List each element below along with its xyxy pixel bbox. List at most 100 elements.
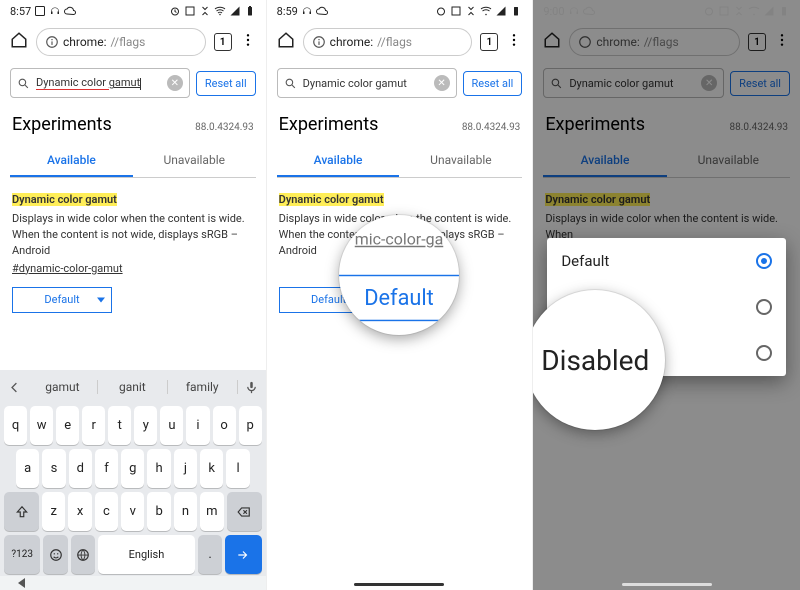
screen-3: 9:00 chrome: //flags 1 Dynamic color gamu… [533, 0, 800, 590]
key-shift[interactable] [4, 492, 39, 531]
tab-unavailable[interactable]: Unavailable [133, 143, 256, 177]
flag-value-dropdown[interactable]: Default [12, 287, 112, 313]
battery-icon [244, 5, 256, 17]
flag-search-row: Dynamic color gamut ✕ Reset all [0, 62, 266, 104]
key-enter[interactable] [225, 535, 261, 574]
radio-icon [756, 345, 772, 361]
key-globe[interactable] [71, 535, 95, 574]
key-w[interactable]: w [30, 406, 53, 445]
home-button[interactable] [543, 31, 561, 53]
magnifier-lens: mic-color-ga Default [339, 215, 459, 335]
url-suffix: //flags [110, 35, 145, 49]
suggestion-2[interactable]: ganit [98, 380, 168, 394]
browser-toolbar: chrome://flags 1 [0, 22, 266, 62]
key-y[interactable]: y [134, 406, 157, 445]
tab-unavailable[interactable]: Unavailable [667, 143, 790, 177]
soft-keyboard[interactable]: gamut ganit family q w e r t y u i o p a… [0, 370, 266, 590]
screen-1: 8:57 chrome://flags 1 Dynamic color gamu… [0, 0, 267, 590]
overflow-menu[interactable] [774, 32, 790, 52]
option-default[interactable]: Default [547, 238, 786, 284]
info-icon [312, 35, 326, 49]
page-title: Experiments [545, 114, 645, 135]
key-emoji[interactable] [43, 535, 67, 574]
lens-dropdown[interactable]: Default [339, 274, 459, 320]
tab-available[interactable]: Available [277, 143, 400, 177]
url-suffix: //flags [377, 35, 412, 49]
search-text: Dynamic color gamut [569, 77, 673, 90]
page-title: Experiments [279, 114, 379, 135]
key-n[interactable]: n [174, 492, 197, 531]
key-a[interactable]: a [16, 449, 39, 488]
key-j[interactable]: j [174, 449, 197, 488]
flag-search-input[interactable]: Dynamic color gamut ✕ [277, 68, 457, 98]
key-period[interactable]: . [198, 535, 222, 574]
status-bar: 9:00 [533, 0, 800, 22]
flag-anchor[interactable]: #dynamic-color-gamut [12, 261, 123, 277]
key-numbers[interactable]: ?123 [4, 535, 40, 574]
overflow-menu[interactable] [240, 32, 256, 52]
key-space[interactable]: English [98, 535, 195, 574]
tab-available[interactable]: Available [10, 143, 133, 177]
chevron-left-icon[interactable] [0, 380, 28, 395]
key-backspace[interactable] [227, 492, 262, 531]
key-h[interactable]: h [147, 449, 170, 488]
key-b[interactable]: b [147, 492, 170, 531]
reset-all-button[interactable]: Reset all [730, 71, 790, 96]
search-text: Dynamic color gamut [36, 76, 141, 89]
tab-switcher[interactable]: 1 [214, 33, 232, 51]
url-prefix: chrome: [596, 35, 639, 49]
key-k[interactable]: k [200, 449, 223, 488]
overflow-menu[interactable] [506, 32, 522, 52]
key-l[interactable]: l [226, 449, 249, 488]
tab-switcher[interactable]: 1 [748, 33, 766, 51]
key-c[interactable]: c [95, 492, 118, 531]
clear-search-icon[interactable]: ✕ [701, 75, 717, 91]
reset-all-button[interactable]: Reset all [196, 71, 256, 96]
key-u[interactable]: u [160, 406, 183, 445]
key-t[interactable]: t [108, 406, 131, 445]
tab-available[interactable]: Available [543, 143, 666, 177]
reset-all-button[interactable]: Reset all [463, 71, 523, 96]
wifi-icon [480, 5, 492, 17]
home-button[interactable] [10, 31, 28, 53]
flag-entry: Dynamic color gamut Displays in wide col… [0, 178, 266, 313]
tab-unavailable[interactable]: Unavailable [399, 143, 522, 177]
key-q[interactable]: q [4, 406, 27, 445]
suggestion-1[interactable]: gamut [28, 380, 98, 394]
battery-icon [510, 5, 522, 17]
key-x[interactable]: x [68, 492, 91, 531]
key-p[interactable]: p [239, 406, 262, 445]
home-button[interactable] [277, 31, 295, 53]
suggestion-3[interactable]: family [168, 380, 238, 394]
url-bar[interactable]: chrome://flags [303, 28, 473, 56]
flag-entry: Dynamic color gamut Displays in wide col… [533, 178, 800, 243]
clear-search-icon[interactable]: ✕ [167, 75, 183, 91]
tab-switcher[interactable]: 1 [480, 33, 498, 51]
clear-search-icon[interactable]: ✕ [434, 75, 450, 91]
key-g[interactable]: g [121, 449, 144, 488]
url-bar[interactable]: chrome://flags [36, 28, 206, 56]
key-m[interactable]: m [200, 492, 223, 531]
key-o[interactable]: o [213, 406, 236, 445]
key-f[interactable]: f [95, 449, 118, 488]
key-i[interactable]: i [186, 406, 209, 445]
key-s[interactable]: s [42, 449, 65, 488]
flag-search-input[interactable]: Dynamic color gamut ✕ [543, 68, 724, 98]
wifi-icon [748, 5, 760, 17]
suggestion-bar: gamut ganit family [0, 370, 266, 404]
key-d[interactable]: d [69, 449, 92, 488]
headphones-icon [49, 5, 61, 17]
flag-search-input[interactable]: Dynamic color gamut ✕ [10, 68, 190, 98]
key-r[interactable]: r [82, 406, 105, 445]
url-suffix: //flags [644, 35, 679, 49]
key-z[interactable]: z [42, 492, 65, 531]
data-icon [465, 5, 477, 17]
home-indicator[interactable] [354, 583, 444, 586]
home-indicator[interactable] [622, 583, 712, 586]
back-nav-icon[interactable] [18, 578, 25, 588]
url-bar[interactable]: chrome: //flags [569, 28, 740, 56]
mic-icon[interactable] [238, 380, 266, 395]
key-v[interactable]: v [121, 492, 144, 531]
clock: 8:57 [10, 5, 31, 18]
key-e[interactable]: e [56, 406, 79, 445]
